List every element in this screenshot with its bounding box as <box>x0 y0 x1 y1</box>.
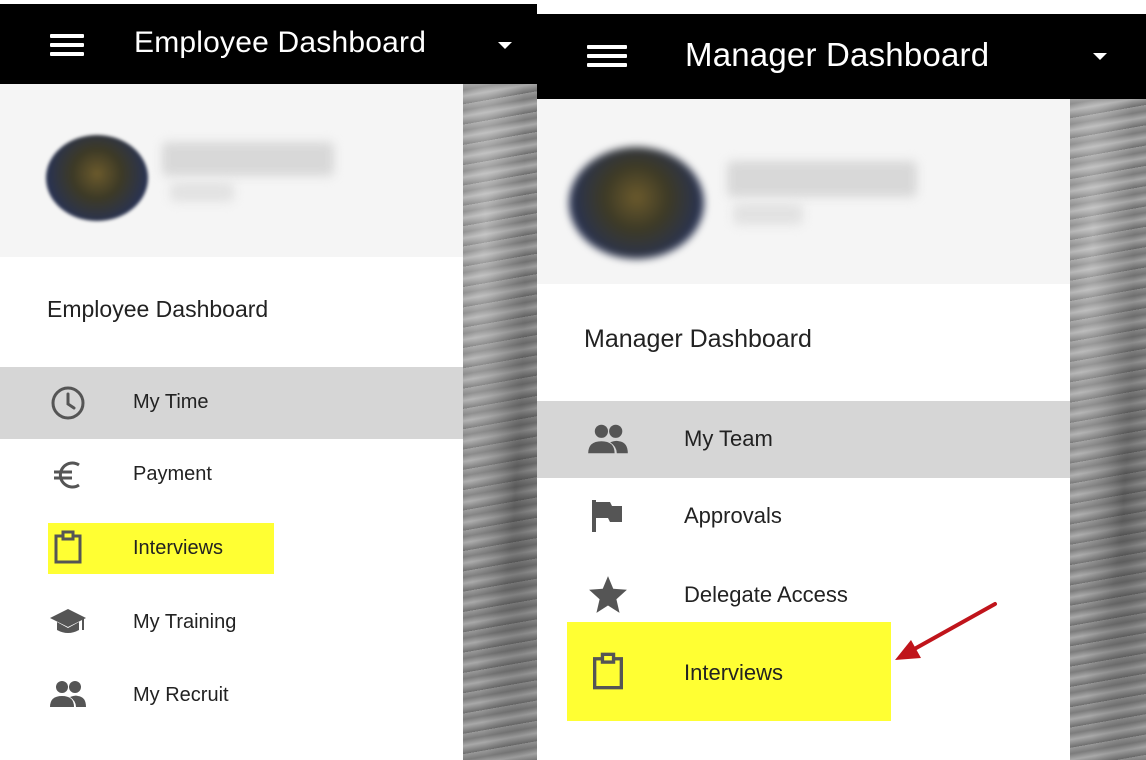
employee-dashboard-title[interactable]: Employee Dashboard <box>134 26 426 60</box>
profile-role-blurred <box>733 203 803 225</box>
profile-header <box>537 99 1070 284</box>
nav-label: Interviews <box>133 537 224 559</box>
nav-item-my-recruit[interactable]: My Recruit <box>0 658 463 730</box>
manager-dashboard-title[interactable]: Manager Dashboard <box>685 36 989 74</box>
nav-item-interviews[interactable]: Interviews <box>0 511 463 583</box>
nav-item-my-time[interactable]: My Time <box>0 367 463 439</box>
nav-item-approvals[interactable]: Approvals <box>537 478 1070 555</box>
nav-label: My Team <box>684 426 773 451</box>
nav-item-my-training[interactable]: My Training <box>0 585 463 657</box>
nav-label: Interviews <box>684 660 784 685</box>
nav-item-payment[interactable]: Payment <box>0 439 463 511</box>
flag-icon <box>585 493 631 539</box>
manager-dashboard-panel: Manager Dashboard Manager Dashboard My T… <box>537 0 1146 760</box>
nav-label: My Time <box>133 391 209 413</box>
employee-topbar: Employee Dashboard <box>0 4 537 84</box>
background-photo <box>1070 98 1146 760</box>
nav-label: Delegate Access <box>684 582 848 607</box>
clipboard-icon <box>48 527 88 567</box>
profile-role-blurred <box>170 182 234 202</box>
avatar <box>46 135 148 221</box>
nav-label: My Recruit <box>133 684 229 706</box>
nav-label: Approvals <box>684 503 782 528</box>
manager-topbar: Manager Dashboard <box>537 14 1146 99</box>
hamburger-menu-icon[interactable] <box>50 34 84 56</box>
profile-header <box>0 84 463 257</box>
profile-name-blurred <box>727 161 917 197</box>
drawer-heading: Manager Dashboard <box>584 325 812 353</box>
profile-name-blurred <box>162 142 334 176</box>
people-icon <box>585 416 631 462</box>
hamburger-menu-icon[interactable] <box>587 45 627 67</box>
avatar <box>569 147 704 259</box>
dropdown-caret-icon[interactable] <box>498 42 512 49</box>
annotation-arrow-icon <box>895 602 997 660</box>
graduation-cap-icon <box>48 601 88 641</box>
dropdown-caret-icon[interactable] <box>1093 53 1107 60</box>
nav-item-my-team[interactable]: My Team <box>537 401 1070 478</box>
nav-label: Payment <box>133 463 212 485</box>
nav-label: My Training <box>133 611 237 633</box>
employee-nav-drawer: Employee Dashboard My Time Payment Inter… <box>0 84 463 760</box>
employee-dashboard-panel: Employee Dashboard Employee Dashboard My… <box>0 0 537 760</box>
euro-icon <box>48 455 88 495</box>
drawer-heading: Employee Dashboard <box>47 296 269 322</box>
people-icon <box>48 674 88 714</box>
clipboard-icon <box>585 648 631 694</box>
background-photo <box>463 84 537 760</box>
star-icon <box>585 571 631 617</box>
clock-icon <box>48 383 88 423</box>
